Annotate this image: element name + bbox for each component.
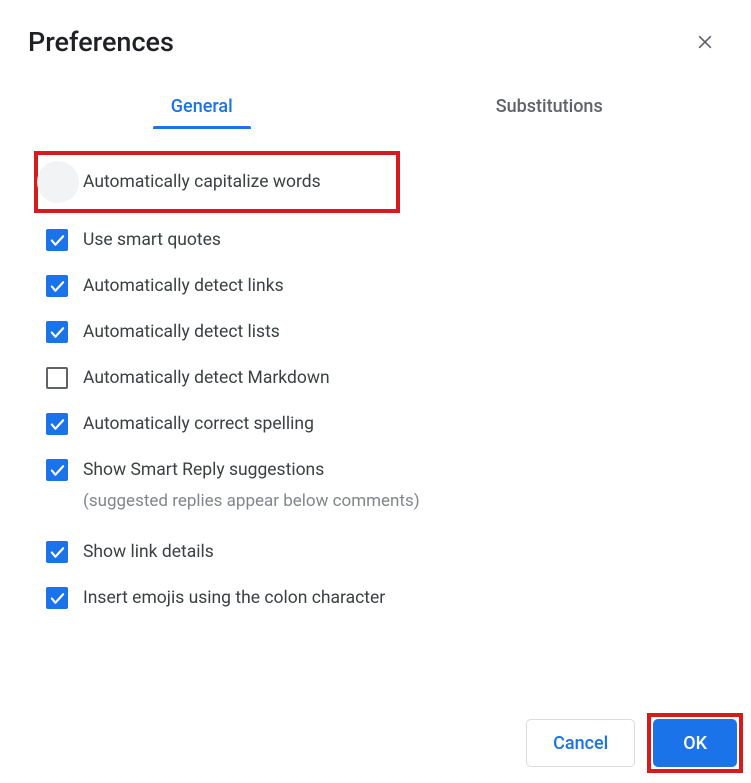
tab-substitutions[interactable]: Substitutions — [376, 96, 724, 129]
option-correct-spelling[interactable]: Automatically correct spelling — [36, 401, 715, 447]
option-detect-lists[interactable]: Automatically detect lists — [36, 309, 715, 355]
option-label: Automatically detect links — [83, 275, 284, 297]
close-button[interactable] — [687, 24, 723, 60]
tab-general[interactable]: General — [28, 96, 376, 129]
option-smart-reply[interactable]: Show Smart Reply suggestions (suggested … — [36, 447, 715, 523]
option-label: Show Smart Reply suggestions — [83, 459, 420, 481]
option-sublabel: (suggested replies appear below comments… — [83, 491, 420, 511]
checkbox-smart-reply[interactable] — [46, 459, 68, 481]
option-insert-emojis[interactable]: Insert emojis using the colon character — [36, 575, 715, 621]
check-icon — [49, 278, 66, 295]
option-smart-quotes[interactable]: Use smart quotes — [36, 217, 715, 263]
checkbox-link-details[interactable] — [46, 541, 68, 563]
option-label: Automatically correct spelling — [83, 413, 314, 435]
option-label: Use smart quotes — [83, 229, 221, 251]
check-icon — [49, 462, 66, 479]
checkbox-detect-markdown[interactable] — [46, 367, 68, 389]
check-icon — [49, 416, 66, 433]
ok-button[interactable]: OK — [653, 719, 737, 767]
checkbox-insert-emojis[interactable] — [46, 587, 68, 609]
option-detect-markdown[interactable]: Automatically detect Markdown — [36, 355, 715, 401]
cancel-button[interactable]: Cancel — [526, 719, 635, 767]
dialog-title: Preferences — [28, 26, 174, 58]
option-label: Automatically detect Markdown — [83, 367, 330, 389]
option-link-details[interactable]: Show link details — [36, 529, 715, 575]
option-label: Show link details — [83, 541, 214, 563]
checkbox-auto-capitalize[interactable] — [46, 171, 68, 193]
check-icon — [49, 324, 66, 341]
option-label: Insert emojis using the colon character — [83, 587, 385, 609]
checkbox-correct-spelling[interactable] — [46, 413, 68, 435]
checkbox-detect-lists[interactable] — [46, 321, 68, 343]
check-icon — [49, 590, 66, 607]
option-label: Automatically detect lists — [83, 321, 280, 343]
check-icon — [49, 544, 66, 561]
ok-highlight-box: OK — [647, 713, 743, 773]
checkbox-smart-quotes[interactable] — [46, 229, 68, 251]
option-label: Automatically capitalize words — [83, 171, 321, 193]
close-icon — [695, 32, 715, 52]
check-icon — [49, 232, 66, 249]
checkbox-detect-links[interactable] — [46, 275, 68, 297]
option-detect-links[interactable]: Automatically detect links — [36, 263, 715, 309]
focus-halo — [37, 161, 79, 203]
option-auto-capitalize[interactable]: Automatically capitalize words — [36, 153, 398, 211]
